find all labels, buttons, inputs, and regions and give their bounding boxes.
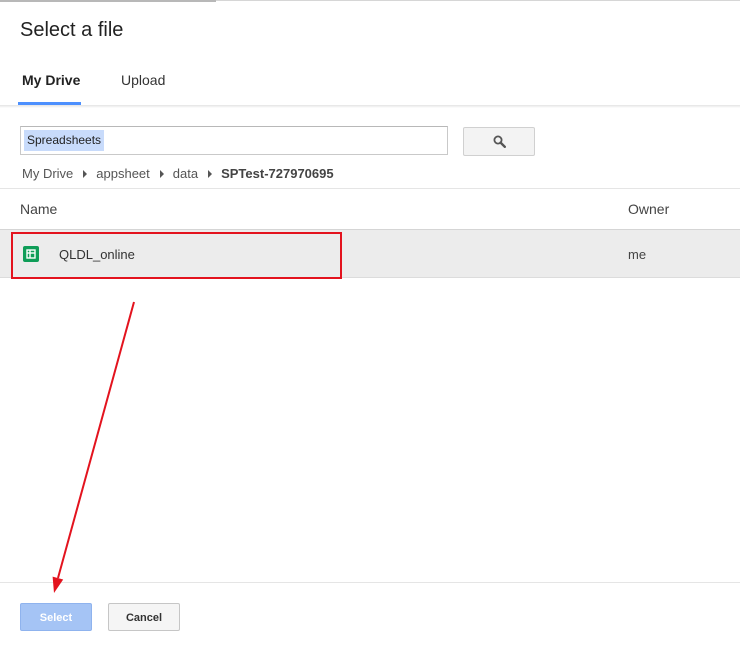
window-top-border [0, 0, 740, 2]
divider [0, 582, 740, 583]
divider [0, 188, 740, 189]
search-input-value: Spreadsheets [24, 130, 105, 151]
column-header-owner[interactable]: Owner [628, 201, 669, 217]
tab-bar-shadow [0, 105, 740, 108]
chevron-right-icon [83, 169, 88, 178]
search-icon [493, 135, 506, 148]
breadcrumb: My Drive appsheet data SPTest-727970695 [22, 165, 334, 181]
search-button[interactable] [463, 127, 535, 156]
select-button[interactable]: Select [20, 603, 92, 631]
dialog-title: Select a file [20, 19, 124, 41]
tab-upload[interactable]: Upload [121, 72, 165, 88]
tab-bar: My Drive Upload [0, 60, 740, 106]
breadcrumb-item-appsheet[interactable]: appsheet [96, 166, 150, 181]
breadcrumb-item-data[interactable]: data [173, 166, 198, 181]
search-input[interactable]: Spreadsheets [20, 126, 448, 155]
column-header-name[interactable]: Name [20, 201, 57, 217]
breadcrumb-item-current: SPTest-727970695 [221, 166, 334, 182]
chevron-right-icon [208, 169, 213, 178]
cancel-button[interactable]: Cancel [108, 603, 180, 631]
chevron-right-icon [159, 169, 164, 178]
tab-my-drive[interactable]: My Drive [22, 72, 80, 88]
file-owner: me [628, 247, 647, 262]
breadcrumb-item-my-drive[interactable]: My Drive [22, 166, 73, 181]
annotation-highlight-box [11, 232, 342, 279]
